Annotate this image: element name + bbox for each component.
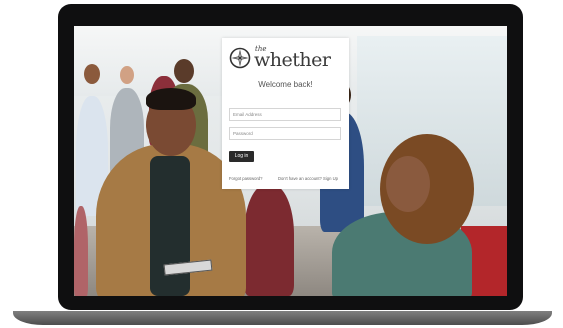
student-man-shirt [150,156,190,296]
logo: the whether [229,45,346,71]
compass-logo-icon [229,47,251,69]
password-field[interactable]: Password [229,127,341,140]
background-student [74,206,88,296]
password-placeholder: Password [233,131,253,136]
email-field[interactable]: Email Address [229,108,341,121]
background-student-head [120,66,134,84]
laptop-screen: the whether Welcome back! Email Address … [74,26,507,296]
student-woman-face [386,156,430,212]
welcome-heading: Welcome back! [258,80,313,89]
student-man-hair [146,88,196,110]
logo-text: the whether [254,45,346,71]
logo-whether: whether [254,49,331,71]
laptop-base [13,311,552,325]
background-student [244,184,294,296]
login-button[interactable]: Log in [229,151,254,162]
background-student-head [174,59,194,83]
signup-link[interactable]: Don't have an account? Sign Up [278,176,338,181]
email-placeholder: Email Address [233,112,262,117]
login-card: the whether Welcome back! Email Address … [222,38,349,189]
forgot-password-link[interactable]: Forgot password? [229,176,263,181]
background-student-head [84,64,100,84]
